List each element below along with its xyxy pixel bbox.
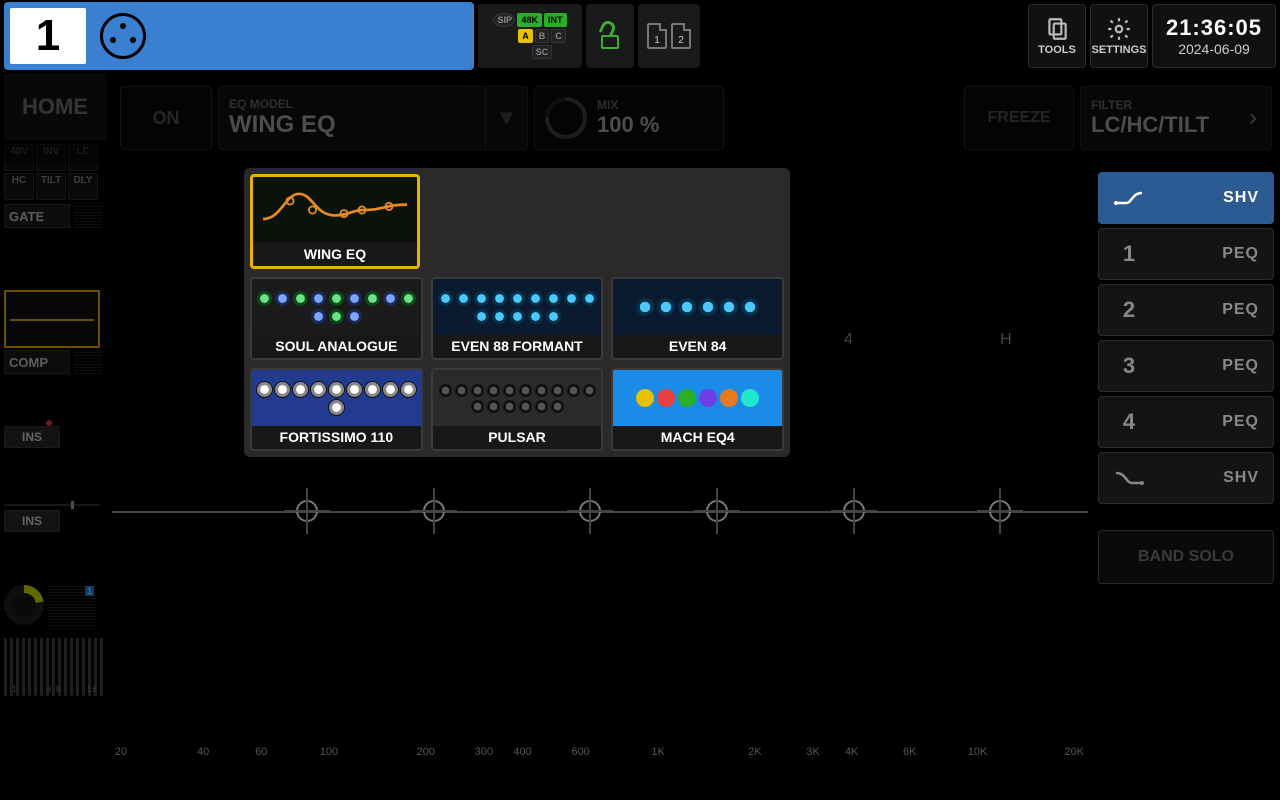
status-sc: SC	[532, 45, 553, 59]
gate-meter-icon	[74, 204, 102, 228]
eq-node-5[interactable]	[843, 500, 865, 522]
eq-model-mach-eq4[interactable]: MACH EQ4	[611, 368, 784, 451]
band-panel: SHV 1 PEQ 2 PEQ 3 PEQ 4 PEQ SHV BAND SOL…	[1092, 168, 1280, 762]
copy-icon	[1044, 16, 1070, 42]
lock-button[interactable]	[586, 4, 634, 68]
band-high-shelf[interactable]: SHV	[1098, 452, 1274, 504]
eq-model-wing-eq[interactable]: WING EQ	[250, 174, 420, 269]
status-b: B	[535, 29, 550, 43]
freeze-button[interactable]: FREEZE	[964, 86, 1074, 150]
mix-knob-icon	[536, 88, 595, 147]
node-label-4: 4	[844, 331, 853, 349]
status-panel[interactable]: SIP 48K INT A B C SC	[478, 4, 582, 68]
eq-model-pulsar[interactable]: PULSAR	[431, 368, 604, 451]
eq-model-soul-analogue[interactable]: SOUL ANALOGUE	[250, 277, 423, 360]
tools-button[interactable]: TOOLS	[1028, 4, 1086, 68]
channel-header[interactable]: 1	[4, 2, 474, 70]
eq-thumbnail-icon	[4, 290, 100, 348]
eq-node-4[interactable]	[706, 500, 728, 522]
status-clock-mode: INT	[544, 13, 567, 27]
xlr-icon	[100, 13, 146, 59]
comp-meter-icon	[74, 350, 102, 374]
chevron-right-icon: ›	[1235, 104, 1271, 132]
eq-model-even-84[interactable]: EVEN 84	[611, 277, 784, 360]
tag-dly: DLY	[68, 173, 98, 200]
eq-node-3[interactable]	[579, 500, 601, 522]
clock-time: 21:36:05	[1166, 15, 1262, 41]
insert-2-section[interactable]: INS	[4, 510, 108, 532]
band-1[interactable]: 1 PEQ	[1098, 228, 1274, 280]
main-section[interactable]: 1	[4, 584, 108, 626]
mix-knob-panel[interactable]: MIX 100 %	[534, 86, 724, 150]
freq-axis: 20 40 60 100 200 300 400 600 1K 2K 3K 4K…	[116, 728, 1084, 758]
gauge-icon	[4, 585, 44, 625]
home-button[interactable]: HOME	[4, 74, 106, 140]
status-sip: SIP	[493, 13, 515, 27]
band-2[interactable]: 2 PEQ	[1098, 284, 1274, 336]
eq-node-6[interactable]	[989, 500, 1011, 522]
eq-toolbar: ON EQ MODEL WING EQ ▼ MIX 100 % FREEZE F…	[112, 80, 1280, 156]
band-3[interactable]: 3 PEQ	[1098, 340, 1274, 392]
settings-button[interactable]: SETTINGS	[1090, 4, 1148, 68]
comp-section[interactable]: COMP	[4, 350, 108, 374]
filter-nav[interactable]: FILTER LC/HC/TILT ›	[1080, 86, 1272, 150]
sd-card-1-icon: 1	[647, 23, 667, 49]
chevron-down-icon: ▼	[485, 87, 527, 149]
band-solo-button[interactable]: BAND SOLO	[1098, 530, 1274, 584]
eq-model-even-88-formant[interactable]: EVEN 88 FORMANT	[431, 277, 604, 360]
tag-lc: LC	[68, 144, 98, 171]
tag-hc: HC	[4, 173, 34, 200]
eq-model-fortissimo-110[interactable]: FORTISSIMO 110	[250, 368, 423, 451]
sd-card-2-icon: 2	[671, 23, 691, 49]
top-bar: 1 SIP 48K INT A B C SC 1 2 TOOL	[0, 0, 1280, 72]
lock-open-icon	[599, 23, 621, 49]
tag-tilt: TILT	[36, 173, 66, 200]
eq-model-popup: WING EQ SOUL ANALOGUE EVEN 88 FORMANT EV…	[244, 168, 790, 457]
tag-inv: INV	[36, 144, 66, 171]
band-low-shelf[interactable]: SHV	[1098, 172, 1274, 224]
status-c: C	[551, 29, 566, 43]
channel-tags: 48V INV LC HC TILT DLY	[4, 142, 106, 202]
clock-panel[interactable]: 21:36:05 2024-06-09	[1152, 4, 1276, 68]
node-label-h: H	[1000, 331, 1012, 349]
main-badge: 1	[85, 586, 94, 596]
status-a: A	[518, 29, 533, 43]
bus-routing-section[interactable]: 1········8 9·······16	[4, 638, 108, 696]
insert-1-section[interactable]: INS	[4, 426, 108, 448]
gate-section[interactable]: GATE	[4, 204, 108, 228]
channel-number: 1	[10, 8, 86, 64]
gear-icon	[1106, 16, 1132, 42]
eq-node-1[interactable]	[296, 500, 318, 522]
band-4[interactable]: 4 PEQ	[1098, 396, 1274, 448]
sd-card-panel[interactable]: 1 2	[638, 4, 700, 68]
high-shelf-icon	[1099, 469, 1159, 487]
low-shelf-icon	[1099, 189, 1159, 207]
tag-48v: 48V	[4, 144, 34, 171]
left-rail: HOME 48V INV LC HC TILT DLY GATE COMP IN…	[0, 72, 112, 800]
eq-on-button[interactable]: ON	[120, 86, 212, 150]
eq-section[interactable]	[4, 290, 108, 348]
eq-model-dropdown[interactable]: EQ MODEL WING EQ ▼	[218, 86, 528, 150]
status-sample-rate: 48K	[517, 13, 542, 27]
clock-date: 2024-06-09	[1178, 41, 1250, 57]
eq-node-2[interactable]	[423, 500, 445, 522]
